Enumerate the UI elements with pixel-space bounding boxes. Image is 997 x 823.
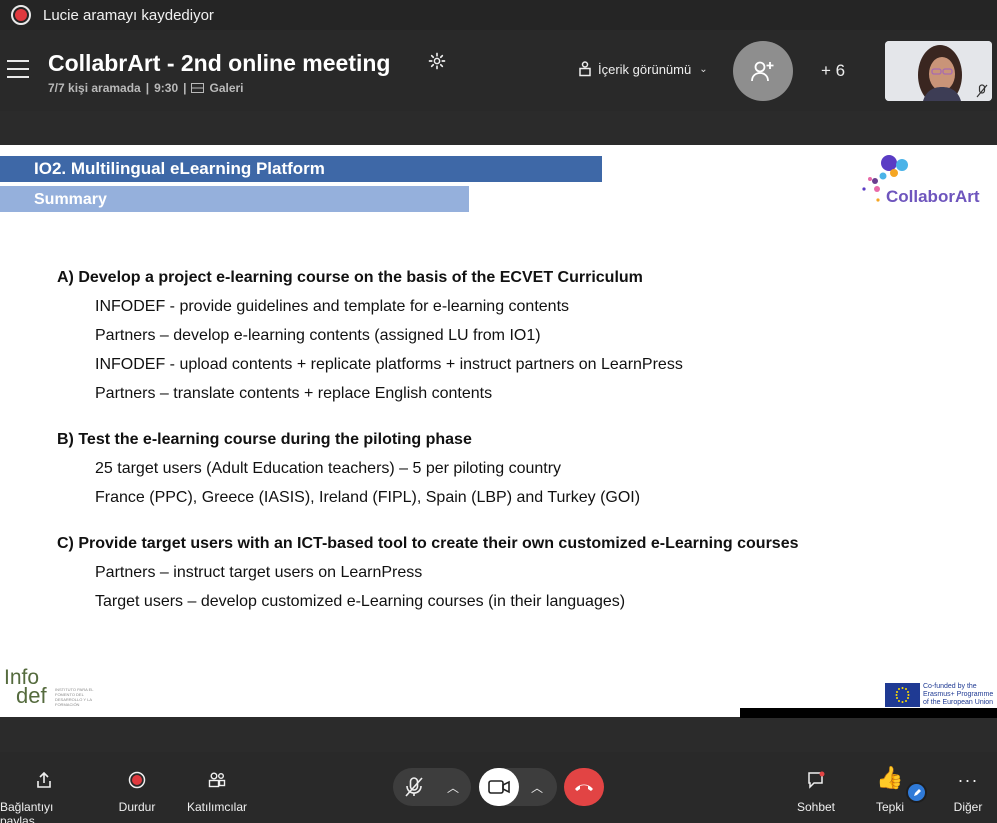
camera-control: ︿ bbox=[479, 768, 557, 806]
share-icon bbox=[37, 771, 51, 788]
recording-text: Lucie aramayı kaydediyor bbox=[43, 6, 214, 24]
meeting-header: CollabrArt - 2nd online meeting 7/7 kişi… bbox=[0, 30, 997, 111]
participants-button[interactable]: Katılımcılar bbox=[186, 768, 248, 814]
meeting-title: CollabrArt - 2nd online meeting bbox=[48, 50, 391, 76]
call-toolbar: Bağlantıyı paylaş Durdur Katılımcılar ︿ … bbox=[0, 752, 997, 823]
camera-options-chevron[interactable]: ︿ bbox=[519, 779, 555, 796]
list-item: Partners – develop e-learning contents (… bbox=[95, 327, 541, 344]
eu-cofunded-text: Co-funded by the Erasmus+ Programme of t… bbox=[923, 683, 994, 706]
recording-icon bbox=[11, 5, 31, 25]
hang-up-button[interactable] bbox=[564, 768, 604, 806]
list-item: Partners – translate contents + replace … bbox=[95, 385, 493, 402]
infodef-logo-text: def bbox=[16, 683, 47, 708]
chat-label: Sohbet bbox=[796, 800, 836, 814]
section-heading: C) Provide target users with an ICT-base… bbox=[57, 535, 799, 552]
slide-title-bar: IO2. Multilingual eLearning Platform bbox=[0, 156, 602, 182]
meeting-meta: 7/7 kişi aramada | 9:30 | Galeri bbox=[48, 81, 244, 95]
mic-off-icon bbox=[976, 84, 988, 98]
more-participants-count[interactable]: + 6 bbox=[821, 61, 845, 81]
more-label: Diğer bbox=[953, 800, 983, 814]
stop-recording-button[interactable]: Durdur bbox=[114, 768, 160, 814]
meta-separator: | bbox=[183, 81, 187, 95]
collaborart-logo-text: CollaborArt bbox=[886, 187, 980, 206]
react-label: Tepki bbox=[875, 800, 904, 814]
stop-label: Durdur bbox=[118, 800, 156, 814]
add-person-icon bbox=[751, 61, 774, 82]
person-icon bbox=[579, 61, 591, 77]
mic-control: ︿ bbox=[393, 768, 471, 806]
chat-icon bbox=[808, 771, 825, 789]
meta-separator: | bbox=[145, 81, 150, 95]
mic-off-icon bbox=[405, 777, 423, 797]
react-button[interactable]: 👍 Tepki bbox=[870, 764, 910, 814]
slide-subtitle-bar: Summary bbox=[0, 186, 469, 212]
meeting-duration: 9:30 bbox=[154, 81, 179, 95]
share-link-button[interactable]: Bağlantıyı paylaş bbox=[0, 768, 88, 823]
menu-icon[interactable] bbox=[7, 60, 29, 78]
eu-flag-icon bbox=[885, 683, 920, 707]
list-item: France (PPC), Greece (IASIS), Ireland (F… bbox=[95, 489, 641, 506]
more-icon: ··· bbox=[957, 769, 979, 790]
participants-icon bbox=[208, 772, 226, 788]
content-view-label: İçerik görünümü bbox=[598, 61, 692, 77]
meeting-window: Lucie aramayı kaydediyor CollabrArt - 2n… bbox=[0, 0, 997, 823]
section-heading: A) Develop a project e-learning course o… bbox=[57, 269, 643, 286]
chevron-down-icon: ⌄ bbox=[699, 63, 708, 75]
mic-options-chevron[interactable]: ︿ bbox=[435, 779, 471, 796]
infodef-logo-subtext: INSTITUTO PARA EL FOMENTO DEL DESARROLLO… bbox=[55, 687, 94, 707]
collaborart-logo: CollaborArt bbox=[856, 151, 997, 211]
thumbs-up-icon: 👍 bbox=[876, 765, 904, 790]
record-icon bbox=[128, 771, 146, 789]
content-view-toggle[interactable]: İçerik görünümü ⌄ bbox=[578, 61, 708, 77]
list-item: INFODEF - upload contents + replicate pl… bbox=[95, 356, 683, 373]
more-options-button[interactable]: ··· Diğer bbox=[950, 768, 986, 815]
phone-hangup-icon bbox=[575, 784, 593, 791]
gear-icon[interactable] bbox=[428, 52, 446, 70]
camera-icon bbox=[488, 780, 510, 794]
gallery-label[interactable]: Galeri bbox=[209, 81, 243, 95]
participants-label: Katılımcılar bbox=[186, 800, 247, 814]
camera-toggle-button[interactable] bbox=[479, 768, 519, 806]
add-participant-button[interactable] bbox=[733, 41, 793, 101]
eu-cofunded-logo: Co-funded by the Erasmus+ Programme of t… bbox=[885, 683, 997, 707]
slide-edge-strip bbox=[740, 708, 997, 718]
chat-button[interactable]: Sohbet bbox=[796, 768, 836, 814]
share-link-label: Bağlantıyı paylaş bbox=[0, 800, 54, 823]
infodef-logo: Info def INSTITUTO PARA EL FOMENTO DEL D… bbox=[0, 667, 100, 713]
list-item: Partners – instruct target users on Lear… bbox=[95, 564, 423, 581]
list-item: Target users – develop customized e-Lear… bbox=[95, 593, 626, 610]
section-heading: B) Test the e-learning course during the… bbox=[57, 431, 472, 448]
self-video-tile[interactable] bbox=[885, 41, 992, 101]
slide-body: A) Develop a project e-learning course o… bbox=[57, 267, 798, 620]
shared-content-slide: IO2. Multilingual eLearning Platform Sum… bbox=[0, 145, 997, 717]
people-count: 7/7 kişi aramada bbox=[48, 81, 141, 95]
list-item: INFODEF - provide guidelines and templat… bbox=[95, 298, 570, 315]
mic-toggle-button[interactable] bbox=[393, 776, 435, 798]
gallery-icon bbox=[191, 83, 205, 93]
recording-bar: Lucie aramayı kaydediyor bbox=[0, 0, 997, 30]
edit-badge-icon[interactable] bbox=[906, 782, 927, 803]
list-item: 25 target users (Adult Education teacher… bbox=[95, 460, 562, 477]
